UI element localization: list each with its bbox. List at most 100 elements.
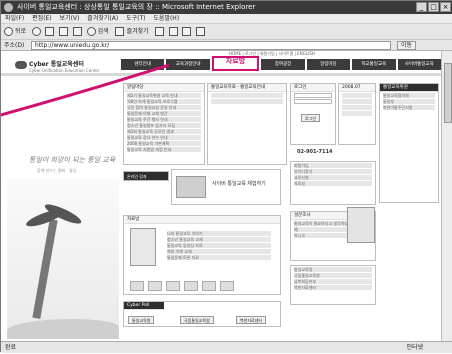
list-item[interactable]: 통일문제 토론 자료 [167,255,271,260]
tab-resources[interactable]: 통일교육자료 · 통일교육안내 [208,84,286,92]
data-icon[interactable] [220,281,234,291]
nav-item-school[interactable]: 학교통일교육 [352,59,396,70]
calendar-row [342,105,372,110]
book-image [130,228,156,266]
list-item[interactable]: 제2기 통일교육위원 교육 안내 [127,93,201,98]
cyber-poll-strip: Cyber Poll 통일교육원 국립통일교육원 북한자료센터 [123,301,281,327]
mail-icon[interactable] [182,27,192,36]
go-button[interactable]: 이동 [397,41,417,50]
cyber-edu-banner[interactable]: 사이버 통일교육 체험하기 [171,169,281,205]
vertical-scrollbar[interactable] [441,51,452,341]
menu-help[interactable]: 도움말(H) [153,15,179,22]
menu-file[interactable]: 파일(F) [5,15,24,22]
poll-link[interactable]: 국립통일교육원 [180,316,214,324]
list-item[interactable]: 북한자료센터 [294,285,372,290]
toolbar: 뒤로 검색 즐겨찾기 [1,24,452,40]
list-item[interactable]: 통일문제 이해 교재 발간 [127,111,201,116]
favorites-label[interactable]: 즐겨찾기 [127,28,149,35]
back-icon[interactable] [4,27,13,36]
list-item[interactable]: 청소년 통일교육 교재 [167,237,271,242]
list-item[interactable]: 나의 통일교육 이야기 [167,231,271,236]
browser-window: 사이버 통일교육센터 : 상상통일 통일교육의 장 :: Microsoft I… [0,0,452,353]
minimize-button[interactable]: _ [416,2,427,12]
print-icon[interactable] [196,27,206,36]
poll-link[interactable]: 통일교육원 [128,316,155,324]
title-bar: 사이버 통일교육센터 : 상상통일 통일교육의 장 :: Microsoft I… [1,1,452,14]
list-item[interactable]: 국립통일교육원 [294,273,372,278]
list-item[interactable]: 제3회 통일교육 공모전 결과 [127,129,201,134]
list-item[interactable]: 남북회담본부 [294,279,372,284]
data-icon-row [130,276,238,295]
history-icon[interactable] [168,27,178,36]
list-item[interactable]: '08년 하계 통일교육 프로그램 [127,99,201,104]
poll-link[interactable]: 북한자료센터 [236,316,267,324]
nav-item-participation[interactable]: 참여광장 [261,59,305,70]
quick-item[interactable]: 교육신청 [294,175,372,180]
home-icon[interactable] [72,27,82,36]
quick-item[interactable]: 자료실 [294,181,372,186]
data-icon[interactable] [166,281,180,291]
search-label[interactable]: 검색 [98,28,109,35]
data-icon[interactable] [184,281,198,291]
media-icon[interactable] [154,27,164,36]
address-input[interactable]: http://www.uniedu.go.kr/ [31,41,391,50]
side-banner-title[interactable]: 통일교육위원 [380,84,438,92]
side-banner[interactable]: 북한이탈주민지원 [383,105,435,110]
maximize-button[interactable]: □ [428,2,439,12]
list-item[interactable]: 통일교육 강사 연수 안내 [127,135,201,140]
list-item[interactable]: 통일교육 지원법 개정 안내 [127,147,201,152]
side-banner[interactable]: 통일부 [383,99,435,104]
back-label[interactable]: 뒤로 [15,28,26,35]
hero-ground [7,319,119,339]
forward-icon[interactable] [31,27,41,36]
list-item[interactable]: 통일교육원 [294,267,372,272]
stop-icon[interactable] [44,27,54,36]
search-icon[interactable] [86,27,96,36]
close-button[interactable]: × [440,2,451,12]
data-icon[interactable] [202,281,216,291]
menu-favorites[interactable]: 즐겨찾기(A) [87,15,118,22]
quick-item[interactable]: 아이디찾기 [294,169,372,174]
calendar-box: 2008.07 [338,83,376,145]
center-line [211,99,283,104]
list-item[interactable]: 통일교육 동영상 자료 [167,243,271,248]
list-item[interactable]: 통일교육 주간 행사 안내 [127,117,201,122]
list-item[interactable]: 2008 통일교육 기본계획 [127,141,201,146]
menu-tools[interactable]: 도구(T) [126,15,145,22]
login-box: 로그인 로그인 [290,83,336,145]
scroll-thumb[interactable] [444,63,452,123]
window-title: 사이버 통일교육센터 : 상상통일 통일교육의 장 :: Microsoft I… [17,3,256,11]
banner-text: 사이버 통일교육 체험하기 [212,181,266,187]
data-icon[interactable] [130,281,144,291]
refresh-icon[interactable] [58,27,68,36]
center-line [211,93,283,98]
calendar-title: 2008.07 [339,84,375,92]
cyber-edu-banner-label[interactable]: 온라인 강좌 [123,171,169,181]
menu-edit[interactable]: 편집(E) [32,15,52,22]
quick-item[interactable]: 회원가입 [294,163,372,168]
side-banner[interactable]: 통일교육협의회 [383,93,435,98]
nav-item-resources[interactable]: 자료방 [211,56,260,71]
list-item[interactable]: 국민 참여 통일교실 운영 안내 [127,105,201,110]
nav-item-notice[interactable]: 알림마당 [306,59,351,70]
menu-view[interactable]: 보기(V) [60,15,80,22]
status-text: 완료 [5,344,17,351]
quick-menu: 회원가입 아이디찾기 교육신청 자료실 [290,161,376,205]
list-item[interactable]: 청소년 통일캠프 참가자 모집 [127,123,201,128]
id-input[interactable] [294,93,332,98]
calendar-row [342,99,372,104]
login-button[interactable]: 로그인 [301,114,321,122]
nav-item-cyber[interactable]: 사이버통일교육 [397,59,441,70]
notice-box: 알림마당 제2기 통일교육위원 교육 안내 '08년 하계 통일교육 프로그램 … [123,83,205,165]
favorites-icon[interactable] [114,27,124,36]
data-icon[interactable] [148,281,162,291]
status-bar: 완료 인터넷 [1,341,452,353]
password-input[interactable] [294,99,332,104]
laptop-image [176,176,206,198]
login-title: 로그인 [291,84,335,92]
link-list: 통일교육원 국립통일교육원 남북회담본부 북한자료센터 [290,265,376,305]
ie-icon [4,3,13,12]
list-item[interactable]: 북한 이해 교재 [167,249,271,254]
palm-trunk [32,219,58,319]
data-box: 자료방 나의 통일교육 이야기 청소년 통일교육 교재 통일교육 동영상 자료 … [123,215,281,295]
